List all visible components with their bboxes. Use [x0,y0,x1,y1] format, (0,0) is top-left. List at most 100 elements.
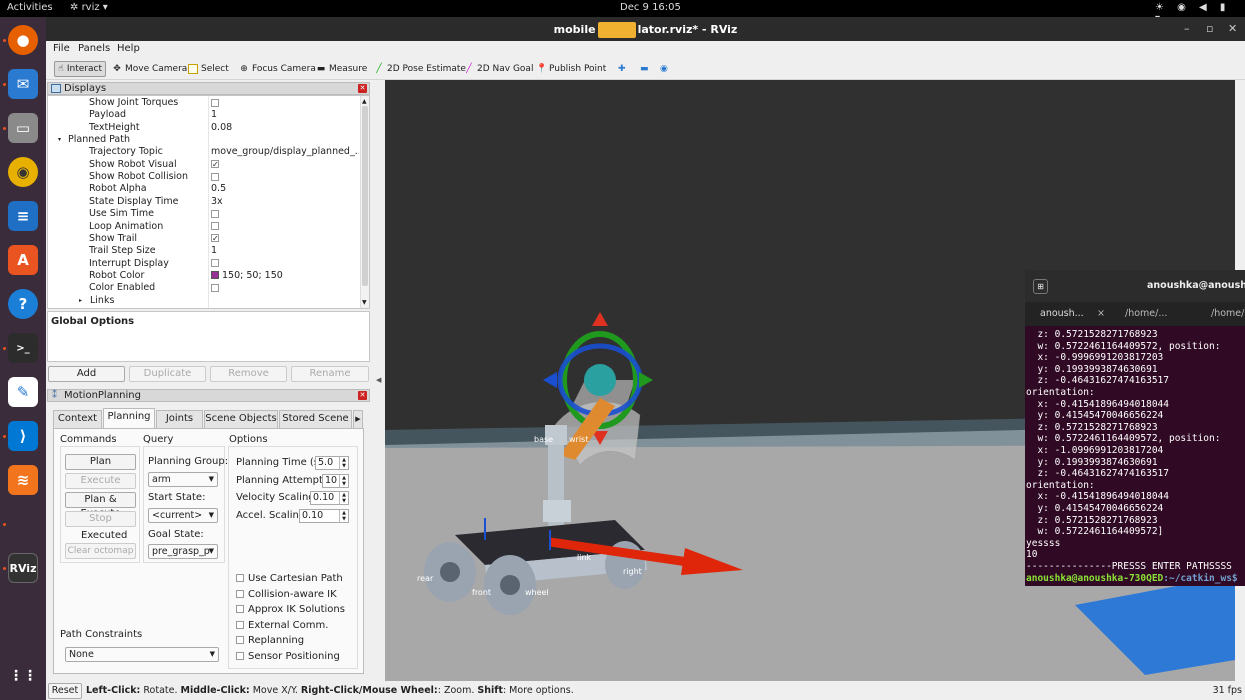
thunderbird-icon[interactable]: ✉ [8,69,38,99]
checkbox[interactable] [211,283,219,292]
camera-type-button[interactable]: ◉ [660,61,668,77]
property-row[interactable]: Trail Step Size 1 [48,245,360,257]
text-editor-icon[interactable]: ✎ [8,377,38,407]
rhythmbox-icon[interactable]: ◉ [8,157,38,187]
velocity-scaling-spinbox[interactable]: 0.10 ▲ ▼ [310,491,349,505]
marker-arrow-up[interactable] [592,312,608,326]
spin-arrows-icon[interactable]: ▲ ▼ [339,492,348,504]
tab-joints[interactable]: Joints [156,410,203,428]
checkbox[interactable] [211,209,219,218]
property-value[interactable] [211,97,359,108]
select-tool[interactable]: Select [188,61,229,77]
publish-point-tool[interactable]: 📍 Publish Point [536,61,606,77]
option-checkbox[interactable]: External Comm. [236,620,328,631]
terminal-titlebar[interactable]: ⊞ anoushka@anoushka- [1025,270,1245,302]
property-row[interactable]: Show Trail ✓ [48,233,360,245]
terminal-tab-2[interactable]: /home/... [1125,308,1167,319]
option-checkbox[interactable]: Approx IK Solutions [236,604,345,615]
displays-scrollbar[interactable]: ▲ ▼ [360,96,369,308]
move-camera-tool[interactable]: ✥ Move Camera [112,61,187,77]
libreoffice-writer-icon[interactable]: ≡ [8,201,38,231]
show-apps-icon[interactable]: ⋮⋮ [8,661,38,691]
option-checkbox[interactable]: Replanning [236,635,304,646]
scroll-down-icon[interactable]: ▼ [362,299,367,306]
property-value[interactable]: 3x [211,196,359,207]
clear-octomap-button[interactable]: Clear octomap [65,543,136,559]
checkbox[interactable] [236,620,244,629]
terminal-tab-1[interactable]: anoush... [1040,308,1084,319]
property-row[interactable]: Loop Animation [48,221,360,233]
property-row[interactable]: ▾ Planned Path [48,134,360,146]
nav-goal-tool[interactable]: ╱ 2D Nav Goal [464,61,533,77]
property-value[interactable]: 0.5 [211,183,359,194]
checkbox[interactable] [236,652,244,660]
checkbox[interactable]: ✓ [211,234,219,243]
rviz-dock-icon[interactable]: RViz [8,553,38,583]
property-row[interactable]: TextHeight 0.08 [48,122,360,134]
vscode-icon[interactable]: ⟩ [8,421,38,451]
property-row[interactable]: Color Enabled [48,282,360,294]
marker-arrow-left[interactable] [543,372,557,388]
property-value[interactable]: 0.08 [211,122,359,133]
path-constraints-select[interactable]: None ▼ [65,647,219,662]
remove-tool-button[interactable]: ▬ [640,61,649,77]
end-effector[interactable] [584,364,616,396]
spin-arrows-icon[interactable]: ▲ ▼ [339,475,348,487]
spin-arrows-icon[interactable]: ▲ ▼ [339,457,348,469]
property-value[interactable]: 150; 50; 150 [211,270,359,281]
checkbox[interactable] [211,259,219,268]
minimize-icon[interactable]: – [1184,22,1190,35]
collapse-panel-icon[interactable]: ◀ [376,376,381,384]
option-checkbox[interactable]: Collision-aware IK [236,589,337,600]
property-value[interactable] [211,221,359,232]
files-icon[interactable]: ▭ [8,113,38,143]
tab-planning[interactable]: Planning [103,408,155,428]
property-value[interactable]: 1 [211,109,359,120]
clock[interactable]: Dec 9 16:05 [620,2,681,13]
property-row[interactable]: Show Joint Torques [48,97,360,109]
accel-scaling-spinbox[interactable]: 0.10 ▲ ▼ [299,509,349,523]
execute-button[interactable]: Execute [65,473,136,489]
property-row[interactable]: Use Sim Time [48,208,360,220]
property-row[interactable]: Robot Color 150; 50; 150 [48,270,360,282]
property-row[interactable]: Interrupt Display [48,258,360,270]
terminal-window[interactable]: ⊞ anoushka@anoushka- anoush... × /home/.… [1025,270,1245,586]
scrollbar-thumb[interactable] [362,106,368,286]
software-center-icon[interactable]: A [8,245,38,275]
remove-display-button[interactable]: Remove [210,366,287,382]
checkbox[interactable] [236,574,244,582]
spin-arrows-icon[interactable]: ▲ ▼ [339,510,348,522]
color-swatch[interactable] [211,271,219,280]
duplicate-display-button[interactable]: Duplicate [129,366,206,382]
property-value[interactable]: ✓ [211,159,359,170]
tab-scroll-right-icon[interactable]: ▶ [353,410,363,428]
property-value[interactable] [211,282,359,293]
property-value[interactable]: move_group/display_planned_... [211,146,359,157]
checkbox[interactable]: ✓ [211,160,219,169]
maximize-icon[interactable]: ▫ [1206,22,1213,35]
checkbox[interactable] [211,222,219,230]
add-display-button[interactable]: Add [48,366,125,382]
checkbox[interactable] [211,172,219,181]
stop-button[interactable]: Stop [65,511,136,527]
collapse-icon[interactable]: ▸ [79,297,82,304]
property-row[interactable]: Robot Alpha 0.5 [48,183,360,195]
app-menu[interactable]: ✲ rviz ▾ [70,2,108,13]
checkbox[interactable] [236,589,244,598]
close-panel-icon[interactable]: ✕ [358,391,367,400]
planning-time-spinbox[interactable]: 5.0 ▲ ▼ [315,456,349,470]
close-panel-icon[interactable]: ✕ [358,84,367,93]
planning-attempts-spinbox[interactable]: 10 ▲ ▼ [322,474,349,488]
property-row[interactable]: ▸ Links [48,295,360,307]
marker-arrow-right[interactable] [639,372,653,388]
property-row[interactable]: Payload 1 [48,109,360,121]
menu-file[interactable]: File [53,43,70,54]
new-tab-icon[interactable]: ⊞ [1033,279,1048,294]
property-value[interactable]: ✓ [211,233,359,244]
property-row[interactable]: Show Robot Collision [48,171,360,183]
property-row[interactable]: Show Robot Visual ✓ [48,159,360,171]
displays-tree[interactable]: Show Joint Torques Payload 1 TextHeight 0.08… [47,95,370,309]
property-value[interactable]: 1 [211,245,359,256]
plan-button[interactable]: Plan [65,454,136,470]
pose-estimate-tool[interactable]: ╱ 2D Pose Estimate [374,61,466,77]
